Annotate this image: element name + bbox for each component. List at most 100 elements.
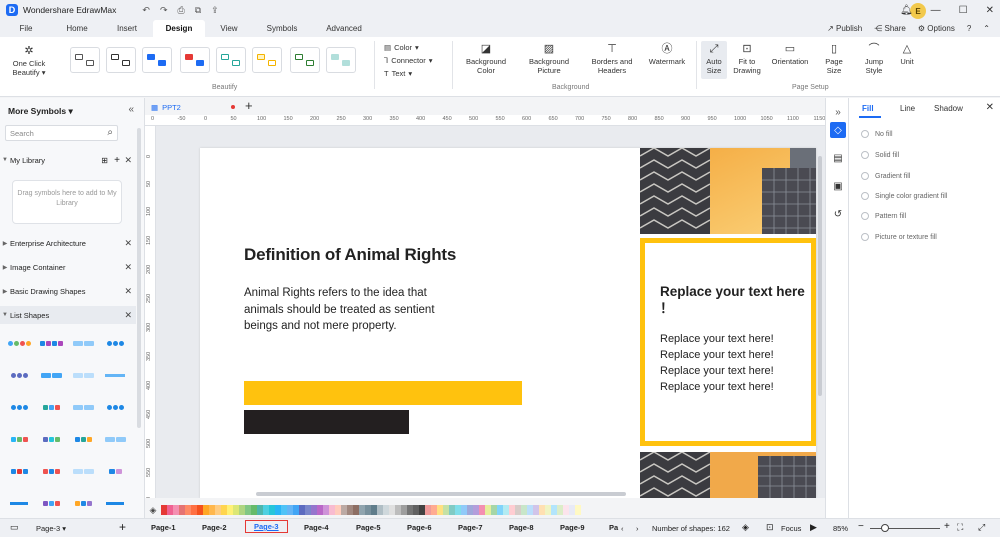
tab-line[interactable]: Line: [900, 104, 915, 113]
menu-home[interactable]: Home: [60, 20, 94, 37]
close-icon[interactable]: ✕: [986, 102, 994, 113]
building-photo-bottom[interactable]: [640, 452, 816, 498]
auto-size-button[interactable]: ⤢ Auto Size: [701, 41, 727, 79]
open-icon[interactable]: ⧉: [195, 5, 201, 16]
redo-icon[interactable]: ↷: [160, 5, 168, 16]
page-list-icon[interactable]: ▭: [10, 522, 19, 533]
list-shape[interactable]: [38, 401, 64, 413]
slide-body-text[interactable]: Animal Rights refers to the idea that an…: [244, 285, 464, 335]
beautify-style-6[interactable]: [252, 47, 282, 73]
list-shape[interactable]: [70, 401, 96, 413]
beautify-style-5[interactable]: [216, 47, 246, 73]
chevron-left-icon[interactable]: ‹: [621, 524, 624, 533]
building-photo-top[interactable]: [640, 148, 816, 234]
menu-view[interactable]: View: [214, 20, 244, 37]
list-shape[interactable]: [6, 337, 32, 349]
my-library-drop-zone[interactable]: Drag symbols here to add to My Library: [12, 180, 122, 224]
fill-option-solid[interactable]: Solid fill: [861, 151, 899, 159]
zoom-out-icon[interactable]: −: [858, 521, 864, 532]
fill-option-single-gradient[interactable]: Single color gradient fill: [861, 192, 947, 200]
menu-advanced[interactable]: Advanced: [322, 20, 366, 37]
list-shape[interactable]: [70, 497, 96, 509]
frame-text-line[interactable]: Replace your text here!: [660, 333, 774, 345]
symbol-search-input[interactable]: Search ⌕: [5, 125, 118, 141]
page-tab[interactable]: Page-2: [202, 523, 227, 532]
add-document-icon[interactable]: +: [245, 98, 253, 113]
fit-to-drawing-button[interactable]: ⊡ Fit to Drawing: [732, 43, 762, 75]
list-shape[interactable]: [6, 401, 32, 413]
background-picture-button[interactable]: ▨ Background Picture: [522, 43, 576, 75]
beautify-style-8[interactable]: [326, 47, 356, 73]
add-icon[interactable]: +: [114, 155, 120, 166]
zoom-slider-handle[interactable]: [881, 524, 889, 532]
add-page-icon[interactable]: +: [119, 520, 126, 534]
list-shape[interactable]: [6, 369, 32, 381]
current-page-dropdown[interactable]: Page-3 ▾: [36, 524, 66, 533]
close-icon[interactable]: ✕: [124, 155, 132, 166]
page-tab[interactable]: Page-7: [458, 523, 483, 532]
radio[interactable]: [861, 212, 869, 220]
focus-button[interactable]: Focus: [781, 524, 801, 533]
list-shape[interactable]: [70, 433, 96, 445]
list-shape[interactable]: [6, 465, 32, 477]
dark-accent-bar[interactable]: [244, 410, 409, 434]
close-icon[interactable]: ✕: [124, 286, 132, 297]
list-shape[interactable]: [70, 337, 96, 349]
expand-panel-icon[interactable]: »: [830, 104, 846, 120]
watermark-button[interactable]: Ⓐ Watermark: [644, 43, 690, 66]
list-shape[interactable]: [102, 433, 128, 445]
text-dropdown[interactable]: T Text ▾: [384, 69, 412, 78]
page-tab-active[interactable]: Page-3: [245, 520, 288, 533]
list-shape[interactable]: [102, 337, 128, 349]
layers-icon[interactable]: ◈: [742, 522, 749, 533]
options-button[interactable]: ⚙ Options: [918, 24, 955, 33]
beautify-style-3[interactable]: [142, 47, 172, 73]
collapse-panel-icon[interactable]: «: [128, 104, 134, 115]
list-shape[interactable]: [38, 497, 64, 509]
canvas-vertical-scrollbar[interactable]: [818, 156, 822, 396]
frame-title[interactable]: Replace your text here ！: [660, 283, 811, 317]
library-basic-drawing-shapes[interactable]: ▶ Basic Drawing Shapes ✕: [0, 282, 136, 300]
my-library-header[interactable]: ▼ My Library ⊞ + ✕: [0, 151, 136, 169]
page-tab[interactable]: Page-5: [356, 523, 381, 532]
page-tab[interactable]: Page-1: [151, 523, 176, 532]
radio[interactable]: [861, 172, 869, 180]
list-shape[interactable]: [102, 497, 128, 509]
page-properties-icon[interactable]: ▤: [830, 150, 846, 166]
radio[interactable]: [861, 192, 869, 200]
search-icon[interactable]: ⌕: [107, 127, 113, 138]
list-shape[interactable]: [38, 337, 64, 349]
presentation-icon[interactable]: ▣: [830, 178, 846, 194]
close-icon[interactable]: ✕: [986, 5, 994, 16]
help-button[interactable]: ?: [967, 24, 971, 33]
borders-headers-button[interactable]: ⊤ Borders and Headers: [586, 43, 638, 75]
undo-icon[interactable]: ↶: [142, 5, 150, 16]
fill-bucket-icon[interactable]: ◈: [145, 505, 161, 516]
list-shape[interactable]: [6, 433, 32, 445]
save-icon[interactable]: ⎙: [177, 5, 184, 16]
radio[interactable]: [861, 151, 869, 159]
maximize-icon[interactable]: ☐: [959, 5, 968, 16]
import-icon[interactable]: ⊞: [101, 156, 108, 165]
color-swatch[interactable]: [575, 505, 581, 515]
drawing-canvas[interactable]: Definition of Animal Rights Animal Right…: [156, 126, 825, 498]
menu-insert[interactable]: Insert: [112, 20, 142, 37]
list-shape[interactable]: [102, 401, 128, 413]
zoom-in-icon[interactable]: +: [944, 521, 950, 532]
page-tab[interactable]: Page-6: [407, 523, 432, 532]
slide-title[interactable]: Definition of Animal Rights: [244, 245, 456, 265]
frame-text-line[interactable]: Replace your text here!: [660, 381, 774, 393]
beautify-style-1[interactable]: [70, 47, 100, 73]
fill-option-picture[interactable]: Picture or texture fill: [861, 233, 937, 241]
minimize-icon[interactable]: —: [931, 5, 941, 16]
fill-option-no-fill[interactable]: No fill: [861, 130, 893, 138]
frame-text-line[interactable]: Replace your text here!: [660, 365, 774, 377]
radio[interactable]: [861, 233, 869, 241]
share-quick-icon[interactable]: ⇪: [211, 5, 219, 16]
jump-style-button[interactable]: ⌒ Jump Style: [858, 43, 890, 75]
document-tab-ppt2[interactable]: ▦ PPT2: [151, 100, 181, 114]
page-size-button[interactable]: ▯ Page Size: [820, 43, 848, 75]
list-shape[interactable]: [38, 465, 64, 477]
list-shape[interactable]: [70, 465, 96, 477]
close-icon[interactable]: ✕: [124, 238, 132, 249]
